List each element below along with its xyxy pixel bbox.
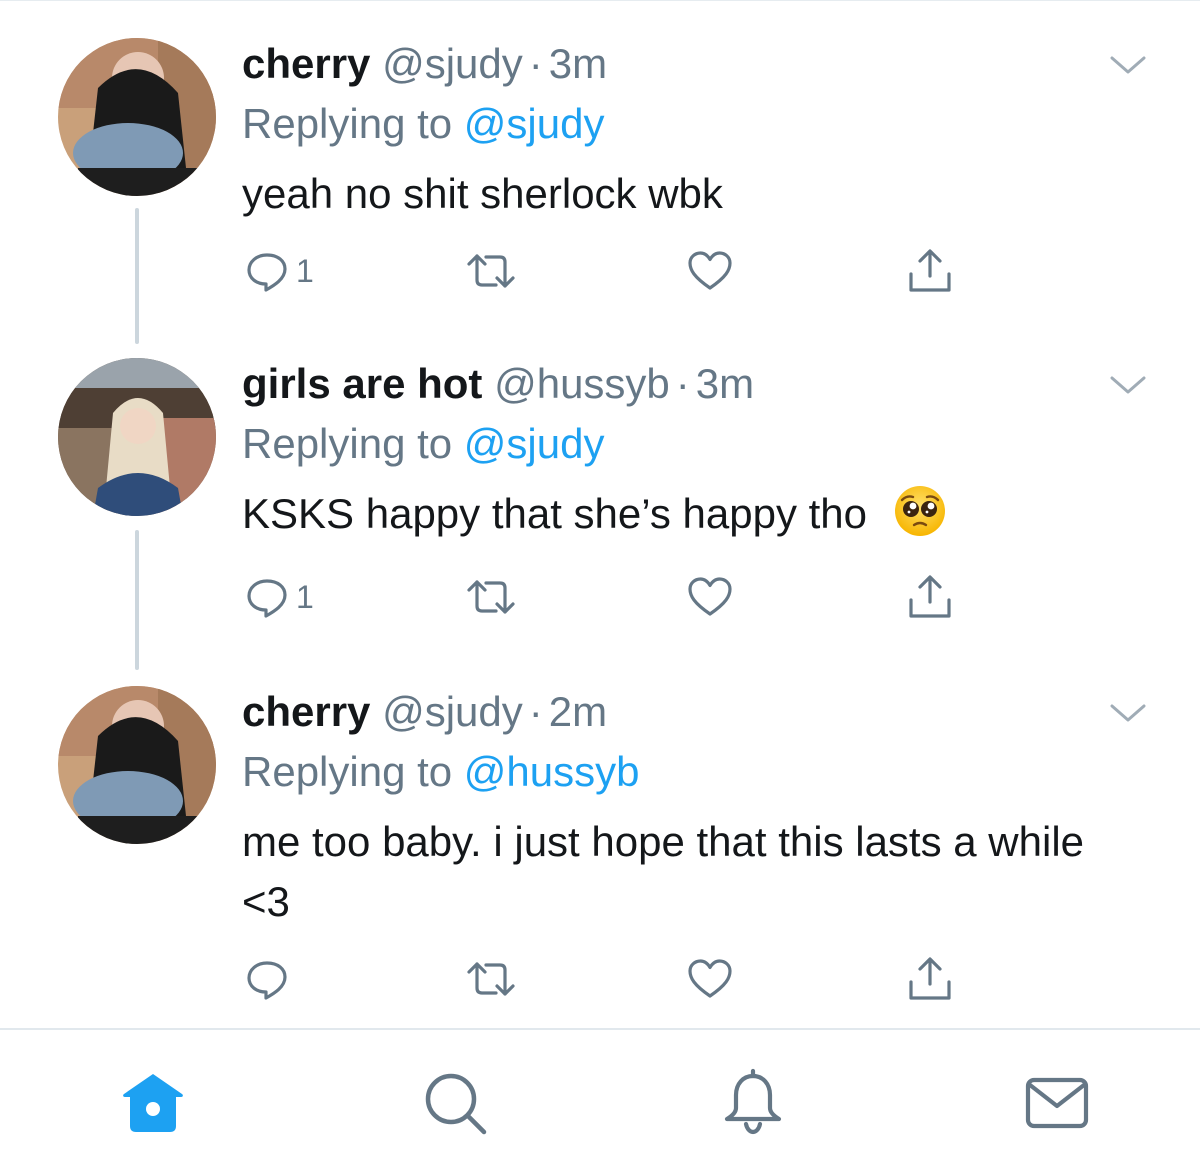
replying-to: Replying to @hussyb: [242, 748, 640, 796]
display-name[interactable]: girls are hot: [242, 360, 482, 407]
thread-connector: [135, 208, 139, 344]
share-icon: [909, 957, 951, 1000]
avatar[interactable]: [58, 358, 216, 516]
separator-dot: ·: [675, 360, 690, 407]
share-icon: [909, 249, 951, 292]
tweet-header: girls are hot @hussyb · 3m: [242, 360, 754, 408]
reply-button[interactable]: 1: [244, 572, 314, 622]
display-name[interactable]: cherry: [242, 40, 370, 87]
reply-button[interactable]: [244, 954, 296, 1004]
reply-count: 1: [296, 578, 314, 615]
chevron-down-icon[interactable]: [1106, 698, 1150, 728]
avatar[interactable]: [58, 38, 216, 196]
display-name[interactable]: cherry: [242, 688, 370, 735]
home-icon: [123, 1074, 183, 1132]
tab-search[interactable]: [420, 1068, 490, 1138]
avatar[interactable]: [58, 686, 216, 844]
tweet-header: cherry @sjudy · 3m: [242, 40, 607, 88]
retweet-button[interactable]: [464, 246, 518, 296]
retweet-button[interactable]: [464, 954, 518, 1004]
reply-button[interactable]: 1: [244, 246, 314, 296]
like-button[interactable]: [686, 954, 734, 1004]
share-button[interactable]: [906, 572, 954, 622]
tweet-text-content: yeah no shit sherlock wbk: [242, 170, 723, 217]
reply-handle-link[interactable]: @hussyb: [464, 748, 640, 795]
tweet-text-content: KSKS happy that she’s happy tho: [242, 490, 867, 537]
retweet-button[interactable]: [464, 572, 518, 622]
tweet-text: yeah no shit sherlock wbk: [242, 164, 1142, 224]
reply-icon: [247, 579, 287, 618]
like-button[interactable]: [686, 572, 734, 622]
tweet-text: me too baby. i just hope that this lasts…: [242, 812, 1092, 932]
chevron-down-icon[interactable]: [1106, 50, 1150, 80]
replying-to-label: Replying to: [242, 100, 453, 147]
reply-icon: [247, 253, 287, 292]
heart-icon: [688, 959, 732, 998]
search-icon: [425, 1073, 487, 1135]
reply-handle-link[interactable]: @sjudy: [464, 100, 605, 147]
bell-icon: [724, 1068, 782, 1135]
replying-to-label: Replying to: [242, 420, 453, 467]
user-handle[interactable]: @sjudy: [382, 688, 523, 735]
tab-notifications[interactable]: [718, 1068, 788, 1138]
retweet-icon: [467, 580, 515, 614]
tab-messages[interactable]: [1022, 1068, 1092, 1138]
share-button[interactable]: [906, 954, 954, 1004]
thread-connector: [135, 530, 139, 670]
tweet-header: cherry @sjudy · 2m: [242, 688, 607, 736]
mail-icon: [1025, 1077, 1089, 1129]
heart-icon: [688, 251, 732, 290]
share-icon: [909, 575, 951, 618]
tweet-actions: 1: [242, 572, 1002, 622]
separator-dot: ·: [528, 40, 543, 87]
tweet-actions: [242, 954, 1002, 1004]
tweet-text-content: me too baby. i just hope that this lasts…: [242, 818, 1085, 925]
heart-icon: [688, 577, 732, 616]
tweet[interactable]: cherry @sjudy · 2m Replying to @hussyb me …: [0, 686, 1200, 1016]
timestamp: 2m: [548, 688, 608, 735]
reply-handle-link[interactable]: @sjudy: [464, 420, 605, 467]
replying-to: Replying to @sjudy: [242, 420, 604, 468]
timeline-screen: cherry @sjudy · 3m Replying to @sjudy yeah…: [0, 0, 1200, 1173]
like-button[interactable]: [686, 246, 734, 296]
tweet-actions: 1: [242, 246, 1002, 296]
bottom-tab-bar: [0, 1030, 1200, 1173]
retweet-icon: [467, 254, 515, 288]
reply-count: 1: [296, 252, 314, 289]
chevron-down-icon[interactable]: [1106, 370, 1150, 400]
replying-to: Replying to @sjudy: [242, 100, 604, 148]
user-handle[interactable]: @sjudy: [382, 40, 523, 87]
pleading-face-emoji: [894, 486, 945, 536]
user-handle[interactable]: @hussyb: [494, 360, 670, 407]
tweet[interactable]: girls are hot @hussyb · 3m Replying to @sj…: [0, 358, 1200, 670]
retweet-icon: [467, 962, 515, 996]
tweet[interactable]: cherry @sjudy · 3m Replying to @sjudy yeah…: [0, 38, 1200, 344]
reply-icon: [247, 961, 287, 1000]
timestamp: 3m: [695, 360, 755, 407]
top-divider: [0, 0, 1200, 1]
timestamp: 3m: [548, 40, 608, 87]
separator-dot: ·: [528, 688, 543, 735]
replying-to-label: Replying to: [242, 748, 453, 795]
share-button[interactable]: [906, 246, 954, 296]
tab-home[interactable]: [118, 1068, 188, 1138]
tweet-text: KSKS happy that she’s happy tho: [242, 484, 1142, 544]
